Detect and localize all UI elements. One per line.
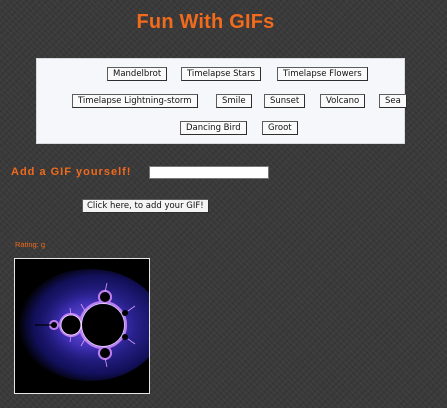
page-title: Fun With GIFs <box>136 11 275 33</box>
gif-button-sea[interactable]: Sea <box>379 94 407 108</box>
gif-button-groot[interactable]: Groot <box>262 121 298 135</box>
gif-button-timelapse-flowers[interactable]: Timelapse Flowers <box>277 67 368 81</box>
gif-image <box>14 258 150 394</box>
gif-button-dancing-bird[interactable]: Dancing Bird <box>180 121 247 135</box>
gif-button-smile[interactable]: Smile <box>216 94 252 108</box>
add-gif-button[interactable]: Click here, to add your GIF! <box>82 199 209 213</box>
mandelbrot-fractal-image <box>15 259 149 393</box>
gif-button-volcano[interactable]: Volcano <box>320 94 366 108</box>
gif-rating: Rating: g <box>15 240 46 249</box>
gif-button-timelapse-stars[interactable]: Timelapse Stars <box>181 67 261 81</box>
gif-button-sunset[interactable]: Sunset <box>264 94 306 108</box>
gif-button-timelapse-lightning-storm[interactable]: Timelapse Lightning-storm <box>72 94 198 108</box>
add-gif-input[interactable] <box>149 166 269 179</box>
add-gif-label: Add a GIF yourself! <box>11 166 132 178</box>
gif-button-mandelbrot[interactable]: Mandelbrot <box>107 67 168 81</box>
gif-buttons-panel: Mandelbrot Timelapse Stars Timelapse Flo… <box>36 58 407 144</box>
